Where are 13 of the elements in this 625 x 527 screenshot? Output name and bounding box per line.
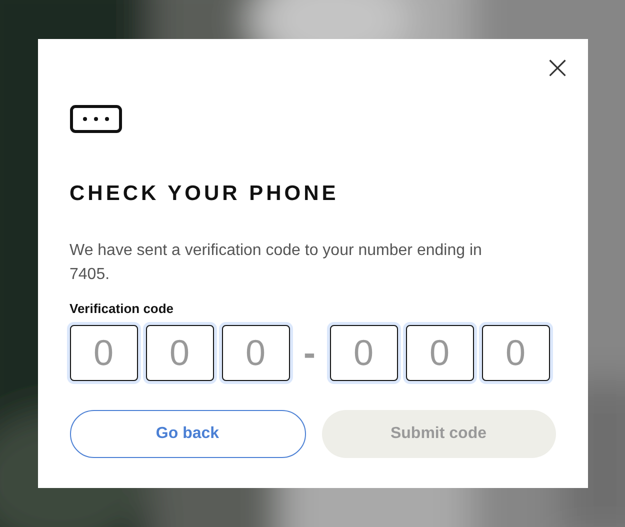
message-text: We have sent a verification code to your number ending in 7405. (70, 241, 483, 285)
code-digit-field[interactable]: 0 (70, 325, 138, 381)
code-digit-field[interactable]: 0 (330, 325, 398, 381)
code-digit-field[interactable]: 0 (222, 325, 290, 381)
code-digit-field[interactable]: 0 (406, 325, 474, 381)
code-digit-field[interactable]: 0 (482, 325, 550, 381)
field-label: Verification code (70, 301, 175, 316)
code-digit-field[interactable]: 0 (146, 325, 214, 381)
separator-dash: - (304, 332, 316, 374)
close-button[interactable]: × (538, 47, 578, 87)
back-button[interactable]: Go back (70, 410, 306, 458)
dialog-title: CHECK YOUR PHONE (70, 182, 340, 206)
message-icon (70, 105, 122, 133)
